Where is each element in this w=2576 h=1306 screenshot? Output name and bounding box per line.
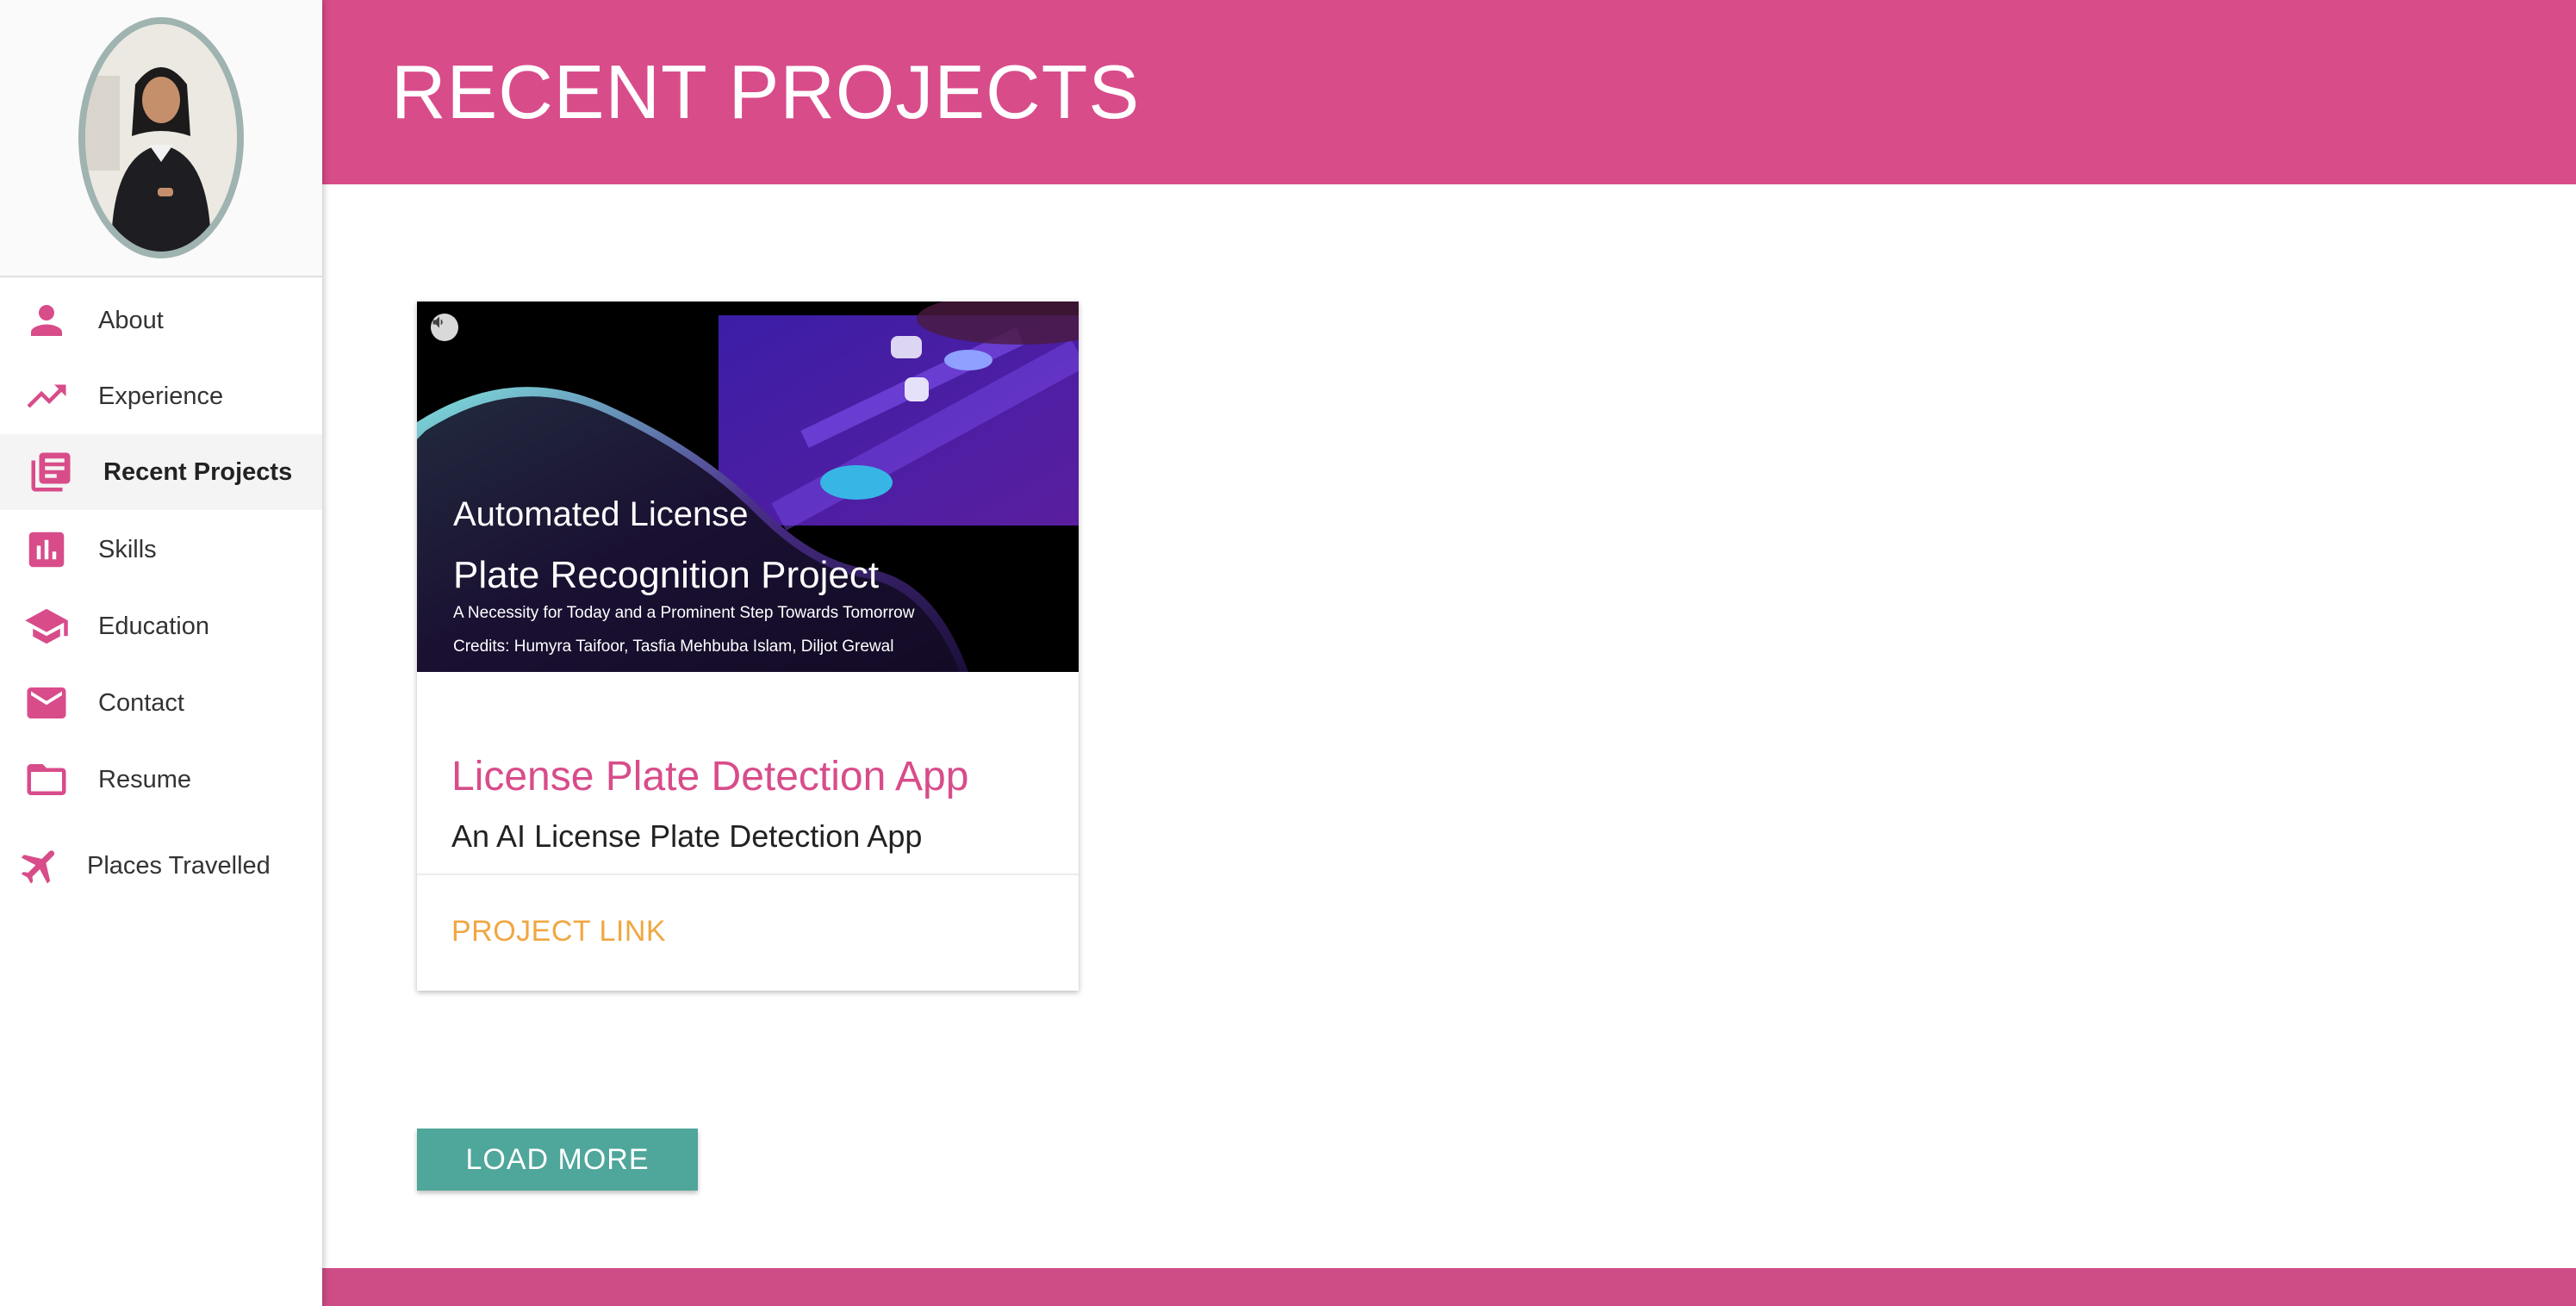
sidebar-item-label: Recent Projects <box>103 457 293 486</box>
page-title: RECENT PROJECTS <box>391 49 1141 134</box>
sidebar-item-label: Experience <box>98 382 224 410</box>
sidebar-item-resume[interactable]: Resume <box>0 742 322 818</box>
mail-icon <box>23 680 70 726</box>
page-header: RECENT PROJECTS <box>322 0 2576 184</box>
footer-bar <box>322 1268 2576 1306</box>
sidebar-item-label: Resume <box>98 765 191 793</box>
sidebar-item-label: Skills <box>98 535 157 563</box>
sidebar-item-label: Contact <box>98 688 184 717</box>
sidebar-item-skills[interactable]: Skills <box>0 512 322 588</box>
sidebar-item-label: About <box>98 306 164 334</box>
profile-section <box>0 0 322 277</box>
sound-icon[interactable] <box>431 314 458 341</box>
project-link[interactable]: PROJECT LINK <box>451 915 666 948</box>
sidebar-item-experience[interactable]: Experience <box>0 358 322 434</box>
person-icon <box>23 297 70 344</box>
school-icon <box>23 603 70 650</box>
avatar-frame <box>78 17 244 258</box>
card-divider <box>417 874 1079 875</box>
sidebar-item-contact[interactable]: Contact <box>0 665 322 741</box>
bar-chart-icon <box>23 526 70 573</box>
trending-up-icon <box>23 373 70 420</box>
project-title: License Plate Detection App <box>451 754 969 799</box>
sidebar-item-education[interactable]: Education <box>0 588 322 664</box>
folder-icon <box>23 756 70 803</box>
sidebar-item-recent-projects[interactable]: Recent Projects <box>0 434 322 510</box>
image-heading-line1: Automated License <box>453 495 749 533</box>
project-image: Automated License Plate Recognition Proj… <box>417 302 1079 672</box>
image-heading-line2: Plate Recognition Project <box>453 554 880 596</box>
airplane-icon <box>17 843 64 889</box>
sidebar-item-about[interactable]: About <box>0 283 322 358</box>
project-subtitle: An AI License Plate Detection App <box>451 818 923 854</box>
sidebar: About Experience Recent Projects Skills … <box>0 0 322 1306</box>
sidebar-item-label: Places Travelled <box>87 851 271 880</box>
image-credits: Credits: Humyra Taifoor, Tasfia Mehbuba … <box>453 637 894 656</box>
sidebar-item-label: Education <box>98 612 209 640</box>
load-more-button[interactable]: LOAD MORE <box>417 1129 698 1191</box>
avatar <box>85 24 237 252</box>
image-tagline: A Necessity for Today and a Prominent St… <box>453 604 915 622</box>
project-card: Automated License Plate Recognition Proj… <box>417 302 1079 991</box>
sidebar-item-places-travelled[interactable]: Places Travelled <box>0 828 322 904</box>
library-books-icon <box>28 449 74 495</box>
